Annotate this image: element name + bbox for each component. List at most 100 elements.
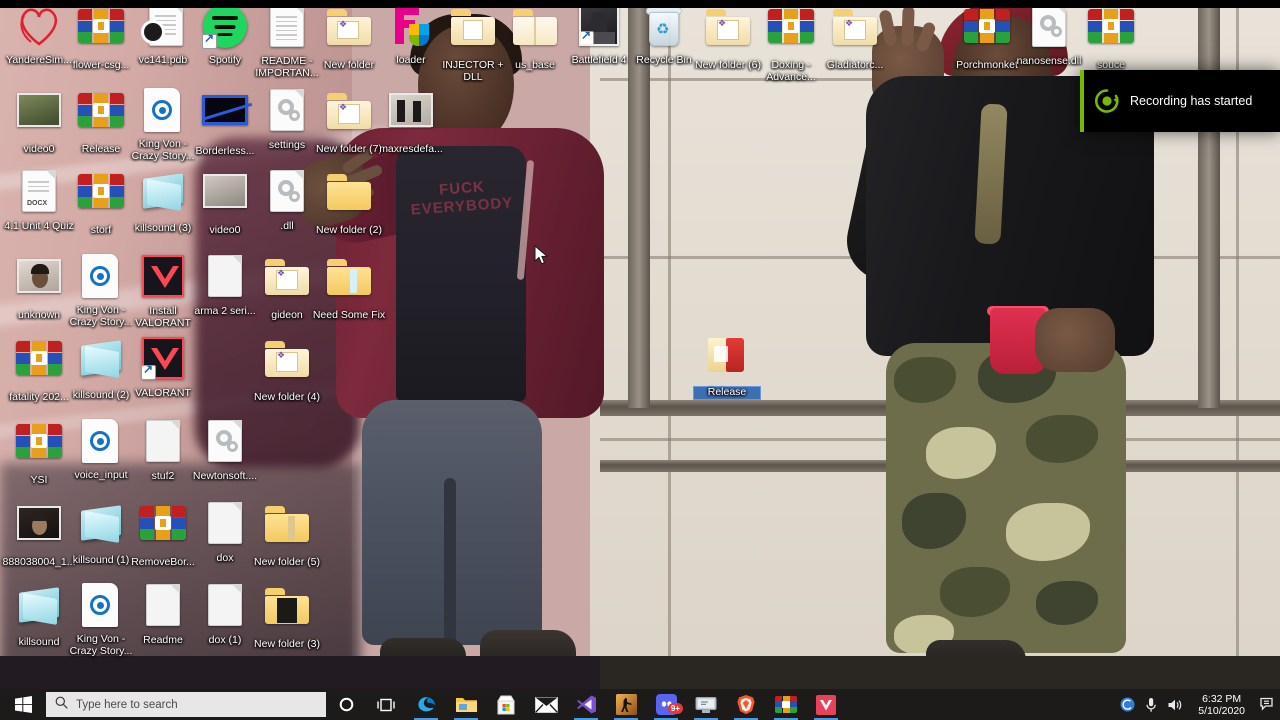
notification-text: Recording has started — [1130, 94, 1253, 108]
borderless-gaming-icon — [201, 95, 249, 143]
folder-icon — [703, 336, 751, 384]
system-tray: 6:32 PM 5/10/2020 — [1120, 689, 1280, 720]
desktop-icon-label: maxresdefa... — [379, 143, 443, 155]
winrar-archive-icon — [77, 9, 125, 57]
blank-file-icon — [201, 584, 249, 632]
killsound-icon — [15, 586, 63, 634]
desktop-icon-label: Gladiatorc... — [826, 59, 884, 71]
recycle-bin-icon: ♻ — [640, 4, 688, 52]
microphone-icon[interactable] — [1144, 697, 1158, 713]
nvidia-shadowplay-icon — [1084, 88, 1130, 114]
folder-icon: ❖ — [263, 259, 311, 307]
desktop-icon-release-selected[interactable]: Release — [694, 328, 766, 400]
audio-file-icon — [77, 419, 125, 467]
game-thumbnail-icon — [575, 4, 623, 52]
taskbar-clock[interactable]: 6:32 PM 5/10/2020 — [1192, 693, 1251, 717]
image-thumbnail-icon — [15, 259, 63, 307]
image-thumbnail-icon — [15, 506, 63, 554]
winrar-archive-icon — [139, 506, 187, 554]
desktop-icon-label: New folder (5) — [254, 556, 320, 568]
audio-file-icon — [77, 583, 125, 631]
winrar-archive-icon — [963, 9, 1011, 57]
killsound-icon — [77, 504, 125, 552]
taskbar-icon-remote-desktop[interactable] — [686, 689, 726, 720]
blank-file-icon — [139, 420, 187, 468]
winrar-archive-icon — [15, 424, 63, 472]
desktop-screen: FUCK EVERYBODY YandereSim... flower-csg.… — [0, 0, 1280, 720]
taskbar-icon-discord[interactable]: 9+ — [646, 689, 686, 720]
desktop-icon-need-some-fix[interactable]: Need Some Fix — [310, 252, 388, 322]
taskbar-icon-valorant[interactable] — [806, 689, 846, 720]
taskbar-icon-microsoft-store[interactable] — [486, 689, 526, 720]
desktop-icon-label: Newtonsoft.... — [192, 470, 258, 482]
winrar-archive-icon — [15, 341, 63, 389]
desktop-icon-label: New folder (4) — [254, 391, 320, 403]
action-center-icon[interactable] — [1260, 697, 1276, 712]
desktop-icon-gladiatorc[interactable]: ❖ Gladiatorc... — [816, 2, 894, 72]
desktop-icon-souce[interactable]: souce — [1072, 2, 1150, 72]
pdb-file-icon — [139, 4, 187, 52]
taskbar-icon-brave[interactable] — [726, 689, 766, 720]
task-view-button[interactable] — [366, 689, 406, 720]
dll-file-icon — [201, 420, 249, 468]
winrar-archive-icon — [77, 93, 125, 141]
taskbar-icon-csgo[interactable] — [606, 689, 646, 720]
winrar-archive-icon — [1087, 9, 1135, 57]
spotify-icon — [201, 4, 249, 52]
audio-file-icon — [77, 254, 125, 302]
heart-app-icon — [15, 4, 63, 52]
valorant-icon — [139, 337, 187, 385]
taskbar-icon-winrar[interactable] — [766, 689, 806, 720]
desktop-icon-new-folder-2[interactable]: New folder (2) — [310, 167, 388, 237]
desktop-icon-valorant[interactable]: VALORANT — [124, 334, 202, 400]
docx-file-icon: DOCX — [15, 170, 63, 218]
loader-app-icon — [387, 4, 435, 52]
blank-file-icon — [201, 255, 249, 303]
desktop-icon-label: Release — [694, 386, 760, 399]
discord-badge: 9+ — [667, 703, 683, 714]
folder-icon: ❖ — [263, 341, 311, 389]
folder-icon — [325, 174, 373, 222]
wallpaper-ground — [590, 656, 1280, 689]
settings-file-icon — [263, 89, 311, 137]
folder-icon — [325, 259, 373, 307]
volume-icon[interactable] — [1167, 698, 1183, 712]
desktop-icon-label: Need Some Fix — [312, 309, 386, 321]
desktop-icon-new-folder-3[interactable]: New folder (3) — [248, 581, 326, 651]
video-thumbnail-icon — [15, 93, 63, 141]
desktop-icon-label: New folder (2) — [316, 224, 382, 236]
garage-rail-post — [628, 8, 650, 408]
desktop-icon-new-folder-5[interactable]: New folder (5) — [248, 499, 326, 569]
folder-icon — [263, 588, 311, 636]
desktop-icon-maxresdefault[interactable]: maxresdefa... — [372, 86, 450, 156]
taskbar-icon-vscode[interactable] — [566, 689, 606, 720]
folder-icon — [511, 9, 559, 57]
taskbar-icon-edge[interactable] — [406, 689, 446, 720]
geforce-experience-icon[interactable] — [1120, 697, 1135, 712]
taskbar-icon-file-explorer[interactable] — [446, 689, 486, 720]
taskbar-icon-mail[interactable] — [526, 689, 566, 720]
taskbar: Type here to search 9+ 6:32 PM 5/10/2020 — [0, 689, 1280, 720]
search-input[interactable]: Type here to search — [46, 692, 326, 717]
folder-icon — [449, 9, 497, 57]
recording-notification[interactable]: Recording has started — [1080, 70, 1280, 132]
cortana-button[interactable] — [326, 689, 366, 720]
mouse-cursor — [534, 244, 550, 272]
start-button[interactable] — [0, 689, 46, 720]
folder-icon: ❖ — [325, 93, 373, 141]
top-letterbox-bar — [0, 0, 1280, 8]
blank-file-icon — [139, 584, 187, 632]
desktop-icon-label: New folder (3) — [254, 638, 320, 650]
desktop-icon-new-folder-4[interactable]: ❖ New folder (4) — [248, 334, 326, 404]
video-thumbnail-icon — [201, 174, 249, 222]
folder-icon: ❖ — [325, 9, 373, 57]
desktop-icon-newtonsoft[interactable]: Newtonsoft.... — [186, 417, 264, 483]
winrar-archive-icon — [77, 174, 125, 222]
clock-time: 6:32 PM — [1202, 692, 1242, 705]
text-document-icon — [263, 5, 311, 53]
garage-panel-line — [668, 8, 671, 689]
search-icon — [55, 696, 68, 714]
blank-file-icon — [201, 502, 249, 550]
folder-icon — [263, 506, 311, 554]
audio-file-icon — [139, 88, 187, 136]
